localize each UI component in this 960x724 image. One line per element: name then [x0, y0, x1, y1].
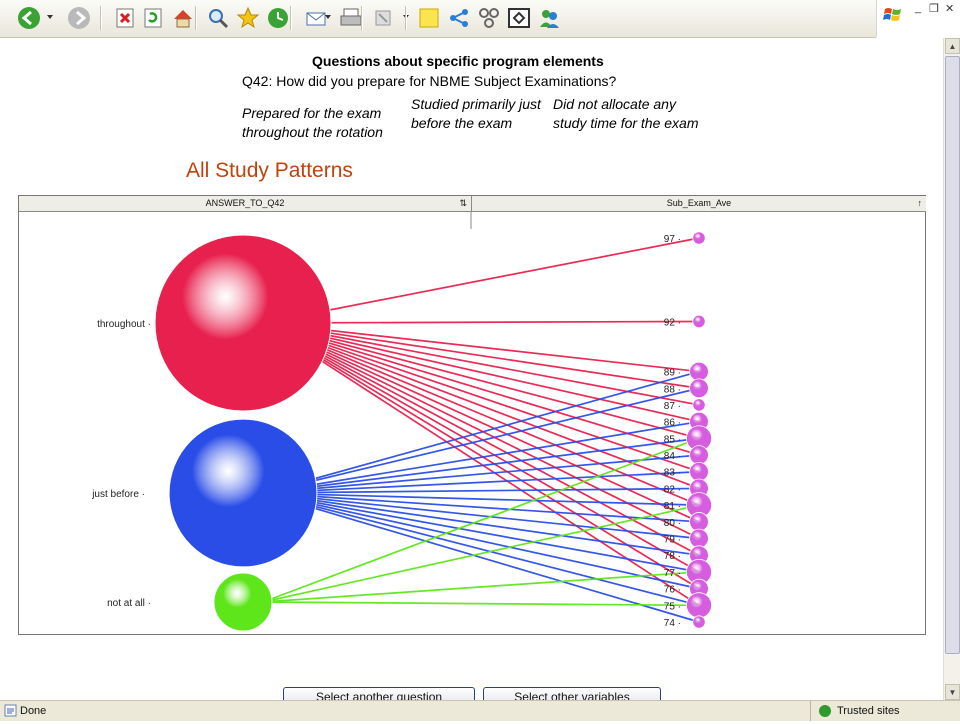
score-label-77: 77 ·	[664, 568, 681, 579]
windows-logo-icon	[883, 8, 901, 21]
toolbar-separator	[100, 6, 102, 30]
status-bar: Done Trusted sites	[0, 700, 960, 721]
home-icon[interactable]	[170, 5, 196, 31]
score-node-92	[692, 314, 706, 329]
plot-title: All Study Patterns	[186, 159, 353, 182]
trusted-check-icon	[819, 705, 831, 717]
score-node-75	[686, 592, 713, 619]
score-label-87: 87 ·	[664, 401, 681, 412]
score-node-79	[689, 528, 709, 549]
network-icon[interactable]	[476, 5, 502, 31]
page-icon	[4, 704, 17, 717]
toolbar-separator	[195, 6, 197, 30]
vertical-scrollbar[interactable]: ▲ ▼	[943, 38, 960, 700]
score-node-87	[692, 398, 706, 412]
messenger-icon[interactable]	[536, 5, 562, 31]
chart-panel: ANSWER_TO_Q42 ⇅ Sub_Exam_Ave ↑ throughou…	[18, 195, 926, 635]
score-label-83: 83 ·	[664, 468, 681, 479]
score-node-89	[689, 361, 709, 382]
link-throughout-77	[262, 322, 700, 573]
category-label: just before ·	[91, 489, 145, 500]
category-circle-just-before	[168, 418, 318, 568]
score-label-79: 79 ·	[664, 535, 681, 546]
score-label-81: 81 ·	[664, 501, 681, 512]
score-label-85: 85 ·	[664, 434, 681, 445]
scroll-down-icon[interactable]: ▼	[945, 684, 960, 700]
score-label-88: 88 ·	[664, 384, 681, 395]
score-label-76: 76 ·	[664, 585, 681, 596]
note-icon[interactable]	[416, 5, 442, 31]
search-icon[interactable]	[205, 5, 231, 31]
score-label-92: 92 ·	[664, 317, 681, 328]
favorites-icon[interactable]	[235, 5, 261, 31]
option-just-before: Studied primarily just before the exam	[411, 96, 541, 131]
score-node-88	[689, 378, 709, 399]
score-label-84: 84 ·	[664, 451, 681, 462]
dropdown-arrow-icon[interactable]	[47, 15, 53, 19]
score-node-74	[692, 615, 706, 629]
stop-icon[interactable]	[112, 5, 138, 31]
score-label-89: 89 ·	[664, 368, 681, 379]
category-circle-not-at all	[213, 572, 273, 632]
score-label-97: 97 ·	[664, 234, 681, 245]
link-just-before-78	[262, 492, 700, 557]
score-label-78: 78 ·	[664, 551, 681, 562]
toolbar-separator	[290, 6, 292, 30]
minimize-icon[interactable]: _	[915, 2, 921, 14]
score-label-74: 74 ·	[664, 618, 681, 629]
toolbar-separator	[361, 6, 363, 30]
status-text: Done	[20, 705, 47, 717]
toolbar-separator	[405, 6, 407, 30]
category-circle-throughout	[154, 234, 332, 412]
score-node-84	[689, 445, 709, 465]
scroll-thumb[interactable]	[945, 56, 960, 654]
scroll-up-icon[interactable]: ▲	[945, 38, 960, 54]
parallel-sets-plot: throughout · just before · not at all · 97 …	[91, 212, 713, 632]
close-icon[interactable]: ✕	[945, 2, 954, 15]
refresh-icon[interactable]	[140, 5, 166, 31]
score-node-97	[692, 231, 706, 245]
frame-icon[interactable]	[506, 5, 532, 31]
score-node-83	[689, 461, 709, 482]
forward-icon[interactable]	[66, 5, 92, 31]
category-label: not at all ·	[107, 598, 151, 609]
score-label-80: 80 ·	[664, 518, 681, 529]
score-label-86: 86 ·	[664, 418, 681, 429]
restore-icon[interactable]: ❐	[929, 2, 939, 15]
window-controls: _ ❐ ✕	[876, 0, 960, 37]
category-label: throughout ·	[97, 319, 151, 330]
option-throughout: Prepared for the exam throughout the rot…	[242, 105, 383, 140]
score-node-80	[689, 512, 709, 532]
dropdown-arrow-icon[interactable]	[325, 15, 331, 19]
back-icon[interactable]	[16, 5, 42, 31]
security-zone-text: Trusted sites	[837, 705, 900, 717]
question-text: Q42: How did you prepare for NBME Subjec…	[242, 73, 617, 89]
score-label-75: 75 ·	[664, 601, 681, 612]
option-not-at-all: Did not allocate any study time for the …	[553, 96, 699, 131]
share-icon[interactable]	[446, 5, 472, 31]
page-heading: Questions about specific program element…	[312, 53, 604, 69]
browser-toolbar	[0, 0, 876, 38]
score-label-82: 82 ·	[664, 484, 681, 495]
edit-icon[interactable]	[370, 5, 396, 31]
history-icon[interactable]	[265, 5, 291, 31]
